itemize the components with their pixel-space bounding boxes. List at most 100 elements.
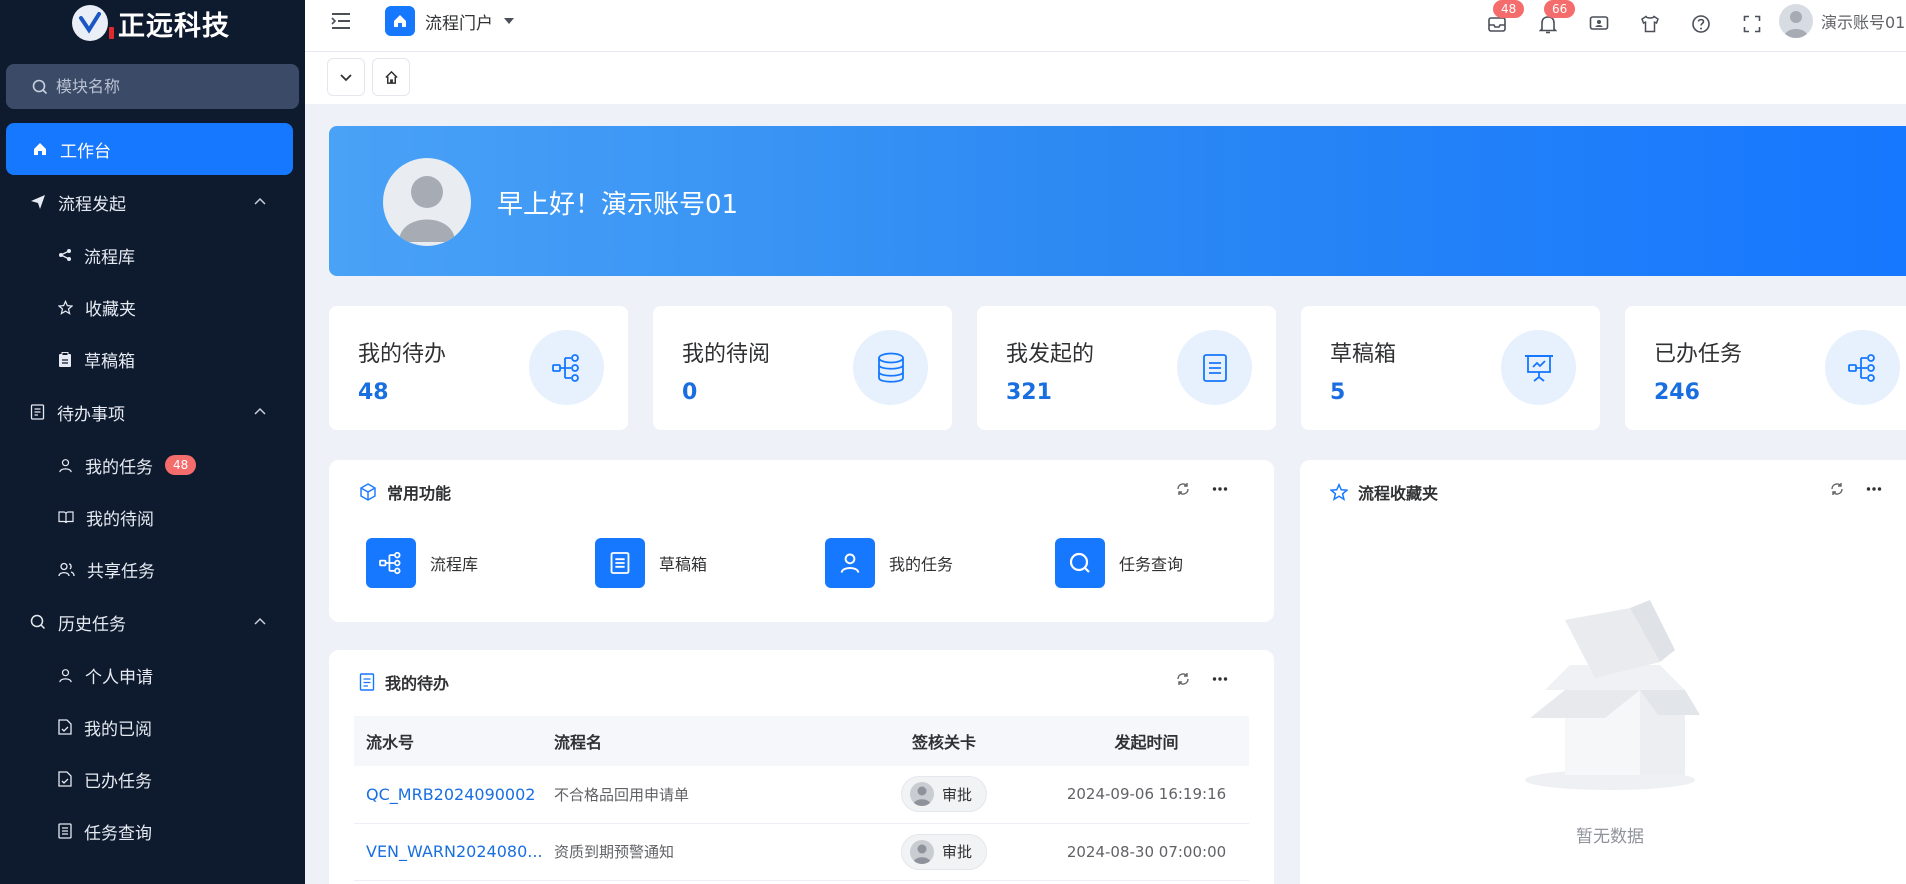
func-label: 任务查询: [1119, 555, 1184, 574]
refresh-icon[interactable]: [1830, 482, 1844, 496]
task-count-badge: 48: [165, 455, 197, 475]
sidebar-item-done-tasks[interactable]: 已办任务: [0, 753, 305, 805]
user-icon: [59, 668, 72, 682]
portal-selector[interactable]: 流程门户: [385, 6, 515, 36]
sidebar-item-shared-tasks[interactable]: 共享任务: [0, 543, 305, 595]
more-icon[interactable]: [1866, 482, 1882, 496]
my-todo-panel: 我的待办 流水号 流程名 签核关卡 发起时间 QC_MRB2024090002 …: [329, 650, 1274, 884]
stat-card-my-todo[interactable]: 我的待办 48: [329, 306, 628, 430]
sidebar-item-label: 个人申请: [85, 667, 153, 688]
sidebar-group-process-start[interactable]: 流程发起: [0, 175, 305, 229]
table-row[interactable]: VEN_WARN2024080... 资质到期预警通知 审批 2024-08-3…: [354, 823, 1249, 881]
document-icon: [595, 538, 645, 588]
sidebar-item-label: 已办任务: [84, 771, 152, 792]
panel-title-text: 我的待办: [385, 674, 450, 693]
sidebar-item-drafts[interactable]: 草稿箱: [0, 333, 305, 385]
avatar: [909, 839, 934, 864]
list-document-icon: [58, 823, 72, 839]
user-menu[interactable]: 演示账号01: [1779, 4, 1905, 38]
flow-icon: [529, 330, 604, 405]
stat-card-my-to-read[interactable]: 我的待阅 0: [653, 306, 952, 430]
panel-title-text: 流程收藏夹: [1358, 484, 1439, 503]
top-header: 流程门户 48 66 演示账号01: [305, 0, 1906, 52]
sidebar-item-favorites[interactable]: 收藏夹: [0, 281, 305, 333]
sidebar-item-personal-applications[interactable]: 个人申请: [0, 649, 305, 701]
chevron-up-icon: [254, 197, 266, 205]
table-row[interactable]: QC_MRB2024090002 不合格品回用申请单 审批 2024-09-06…: [354, 766, 1249, 824]
welcome-banner: 早上好！演示账号01: [329, 126, 1906, 276]
stat-card-done-tasks[interactable]: 已办任务 246: [1625, 306, 1906, 430]
fullscreen-button[interactable]: [1726, 8, 1777, 40]
sidebar-item-workbench[interactable]: 工作台: [6, 123, 293, 175]
stat-value: 5: [1330, 380, 1346, 405]
logo-icon: [72, 5, 114, 41]
more-icon[interactable]: [1212, 482, 1228, 496]
notifications-button[interactable]: 66: [1522, 0, 1576, 40]
func-label: 我的任务: [889, 555, 954, 574]
stat-value: 0: [682, 380, 698, 405]
more-icon[interactable]: [1212, 672, 1228, 686]
star-icon: [1330, 483, 1348, 501]
empty-box-icon: [1525, 600, 1700, 790]
serial-link[interactable]: QC_MRB2024090002: [366, 785, 535, 804]
sidebar-item-label: 历史任务: [58, 614, 126, 635]
func-task-query[interactable]: 任务查询: [1055, 538, 1183, 588]
sidebar-item-label: 流程库: [84, 247, 135, 268]
menu-toggle-button[interactable]: [331, 12, 351, 30]
tag-bar: [305, 52, 1906, 104]
process-name: 不合格品回用申请单: [554, 766, 844, 824]
messages-button[interactable]: 48: [1471, 0, 1525, 40]
stat-value: 48: [358, 380, 389, 405]
screen-button[interactable]: [1573, 8, 1624, 40]
search-icon: [1055, 538, 1105, 588]
flow-icon: [366, 538, 416, 588]
sidebar-item-my-to-read[interactable]: 我的待阅: [0, 491, 305, 543]
chevron-up-icon: [254, 407, 266, 415]
help-button[interactable]: [1675, 8, 1726, 40]
home-tab[interactable]: [372, 58, 410, 96]
sidebar-item-read[interactable]: 我的已阅: [0, 701, 305, 753]
stat-label: 已办任务: [1654, 342, 1743, 367]
sidebar-group-history[interactable]: 历史任务: [0, 595, 305, 649]
column-header: 发起时间: [1044, 716, 1249, 766]
sidebar-group-pending[interactable]: 待办事项: [0, 385, 305, 439]
stat-card-drafts[interactable]: 草稿箱 5: [1301, 306, 1600, 430]
sidebar-item-label: 共享任务: [87, 561, 155, 582]
refresh-icon[interactable]: [1176, 482, 1190, 496]
sidebar-item-label: 工作台: [60, 141, 111, 162]
serial-link[interactable]: VEN_WARN2024080...: [366, 842, 543, 861]
module-search[interactable]: [6, 64, 299, 109]
stat-label: 我的待阅: [682, 342, 771, 367]
panel-tools: [1176, 672, 1228, 686]
sidebar-item-process-library[interactable]: 流程库: [0, 229, 305, 281]
flow-icon: [1825, 330, 1900, 405]
search-icon: [30, 614, 46, 630]
theme-button[interactable]: [1624, 8, 1675, 40]
stat-card-initiated[interactable]: 我发起的 321: [977, 306, 1276, 430]
database-icon: [853, 330, 928, 405]
empty-state-text: 暂无数据: [1576, 827, 1644, 847]
func-label: 草稿箱: [659, 555, 708, 574]
user-icon: [825, 538, 875, 588]
panel-title: 常用功能: [359, 480, 451, 504]
module-search-input[interactable]: [56, 77, 276, 96]
func-process-library[interactable]: 流程库: [366, 538, 478, 588]
sidebar-item-my-tasks[interactable]: 我的任务 48: [0, 439, 305, 491]
messages-badge: 48: [1493, 0, 1525, 18]
users-icon: [58, 562, 75, 576]
func-my-tasks[interactable]: 我的任务: [825, 538, 953, 588]
sidebar-item-label: 待办事项: [57, 404, 125, 425]
logo: 正远科技: [0, 0, 305, 46]
func-label: 流程库: [430, 555, 479, 574]
sidebar-item-label: 收藏夹: [85, 299, 136, 320]
stat-label: 草稿箱: [1330, 342, 1397, 367]
stat-value: 246: [1654, 380, 1700, 405]
sidebar-item-task-query[interactable]: 任务查询: [0, 805, 305, 857]
share-icon: [59, 249, 71, 261]
collapse-tabs-button[interactable]: [327, 58, 365, 96]
start-time: 2024-08-30 07:00:00: [1044, 823, 1249, 881]
caret-down-icon: [504, 18, 514, 24]
func-drafts[interactable]: 草稿箱: [595, 538, 707, 588]
refresh-icon[interactable]: [1176, 672, 1190, 686]
column-header: 流程名: [554, 716, 844, 766]
